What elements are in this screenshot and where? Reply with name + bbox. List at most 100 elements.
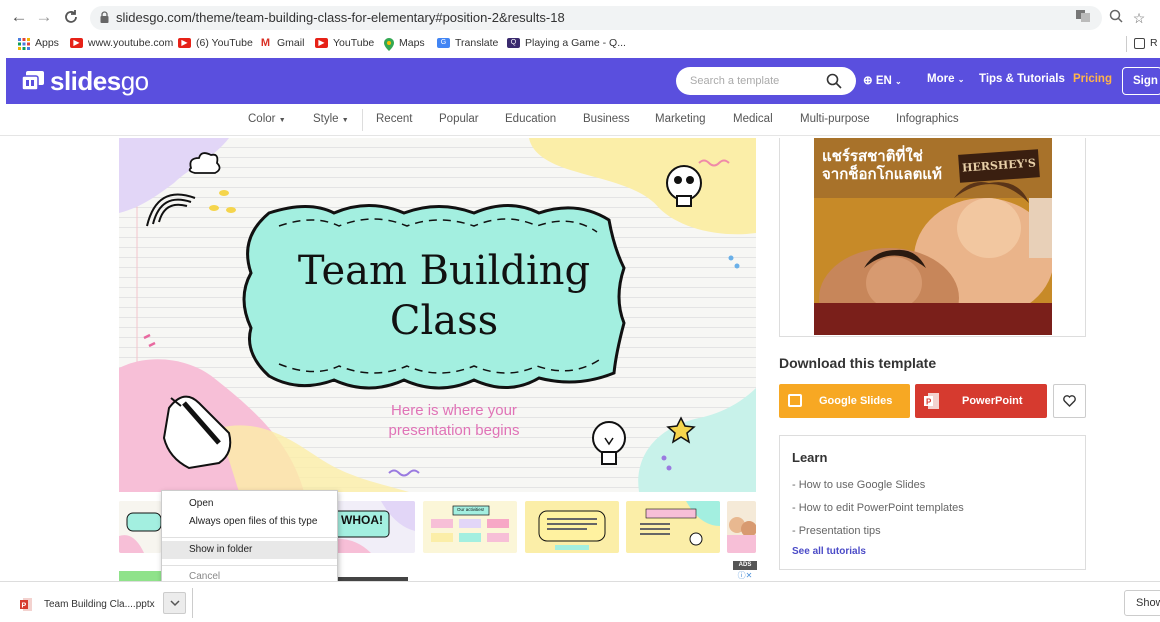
logo-text-main: slides <box>50 65 121 96</box>
learn-title: Learn <box>792 450 828 465</box>
back-arrow-icon[interactable]: ← <box>8 6 30 28</box>
bookmark-label: Translate <box>455 37 499 49</box>
menu-item-show-in-folder[interactable]: Show in folder <box>162 541 337 559</box>
tips-tutorials-link[interactable]: Tips & Tutorials <box>979 73 1065 85</box>
category-label: Style <box>313 113 339 125</box>
slide-subtitle: Here is where your presentation begins <box>334 401 574 441</box>
advertisement[interactable]: แชร์รสชาติที่ใช่ จากช็อกโกแลตแท้ HERSHEY… <box>779 138 1086 337</box>
next-section-strip <box>119 571 161 581</box>
bookmarks-bar: Apps ▶ www.youtube.com ▶ (6) YouTube M G… <box>0 34 1160 56</box>
bookmark-youtube-6[interactable]: ▶ (6) YouTube <box>178 37 253 49</box>
download-title: Download this template <box>779 355 937 371</box>
language-selector[interactable]: ⊕ EN ⌄ <box>863 73 902 87</box>
category-medical[interactable]: Medical <box>733 113 773 125</box>
apps-grid-icon <box>18 38 30 50</box>
see-all-tutorials-link[interactable]: See all tutorials <box>792 546 866 557</box>
google-slides-button[interactable]: Google Slides <box>779 384 910 418</box>
ad-image[interactable]: แชร์รสชาติที่ใช่ จากช็อกโกแลตแท้ HERSHEY… <box>814 138 1052 335</box>
bookmark-star-icon[interactable]: ☆ <box>1128 8 1150 28</box>
powerpoint-label: PowerPoint <box>962 395 1023 407</box>
bookmark-label: Playing a Game - Q... <box>525 37 626 49</box>
slide-title-line1: Team Building <box>297 248 591 294</box>
slide-thumbnail-1[interactable] <box>119 501 161 553</box>
svg-text:P: P <box>22 603 27 610</box>
menu-separator <box>162 565 337 566</box>
category-education[interactable]: Education <box>505 113 556 125</box>
slide-title: Team Building Class <box>294 246 594 346</box>
search-box[interactable] <box>676 67 856 95</box>
category-popular[interactable]: Popular <box>439 113 479 125</box>
thumbnail-2-text: WHOA! <box>341 513 383 527</box>
chevron-down-icon: ⌄ <box>957 75 965 84</box>
reading-list[interactable]: R <box>1134 37 1158 49</box>
ad-headline-line1: แชร์รสชาติที่ใช่ <box>822 148 923 165</box>
category-label: Color <box>248 113 276 125</box>
slide-thumbnail-3[interactable]: Our activities! <box>423 501 517 553</box>
translate-page-icon[interactable] <box>1072 8 1094 28</box>
maps-pin-icon <box>384 38 394 51</box>
ads-badge-label: ADS <box>733 561 757 570</box>
download-context-menu: Open Always open files of this type Show… <box>161 490 338 589</box>
bookmark-youtube-com[interactable]: ▶ www.youtube.com <box>70 37 173 49</box>
download-item[interactable]: P Team Building Cla....pptx <box>20 598 155 611</box>
category-business[interactable]: Business <box>583 113 630 125</box>
globe-icon: ⊕ <box>863 75 873 87</box>
bookmark-label: YouTube <box>333 37 375 49</box>
category-nav: Color ▼ Style ▼ Recent Popular Education… <box>0 104 1160 136</box>
slidesgo-logo[interactable]: slidesgo <box>22 65 149 97</box>
ads-badge[interactable]: ADS ⓘ✕ <box>733 561 757 581</box>
download-bar-divider <box>192 588 193 618</box>
slide-thumbnail-6[interactable] <box>727 501 756 553</box>
bookmark-label: www.youtube.com <box>88 37 174 49</box>
category-multi-purpose[interactable]: Multi-purpose <box>800 113 870 125</box>
ad-close-icon[interactable]: ⓘ✕ <box>733 570 757 581</box>
more-menu[interactable]: More ⌄ <box>927 73 964 85</box>
bookmark-gmail[interactable]: M Gmail <box>259 37 305 49</box>
menu-item-open[interactable]: Open <box>162 495 337 513</box>
logo-text-light: go <box>120 65 149 96</box>
bookmark-youtube[interactable]: ▶ YouTube <box>315 37 374 49</box>
category-recent[interactable]: Recent <box>376 113 412 125</box>
lock-icon <box>100 11 109 23</box>
forward-arrow-icon[interactable]: → <box>33 6 55 28</box>
thumbnail-3-text: Our activities! <box>457 507 485 512</box>
slide-thumbnail-4[interactable] <box>525 501 619 553</box>
bookmark-translate[interactable]: G Translate <box>437 37 498 49</box>
youtube-icon: ▶ <box>178 38 191 48</box>
category-color-dropdown[interactable]: Color ▼ <box>248 113 286 125</box>
sign-in-button[interactable]: Sign <box>1122 67 1160 95</box>
youtube-icon: ▶ <box>315 38 328 48</box>
caret-down-icon: ▼ <box>341 117 349 124</box>
category-infographics[interactable]: Infographics <box>896 113 959 125</box>
bookmark-maps[interactable]: Maps <box>384 37 425 51</box>
zoom-icon[interactable] <box>1105 8 1127 28</box>
search-input[interactable] <box>690 73 820 89</box>
powerpoint-button[interactable]: P PowerPoint <box>915 384 1047 418</box>
show-all-downloads-button[interactable]: Show <box>1124 590 1160 616</box>
search-icon[interactable] <box>826 73 842 89</box>
learn-link-powerpoint[interactable]: - How to edit PowerPoint templates <box>792 502 964 514</box>
bookmark-label: Apps <box>35 37 59 49</box>
menu-item-always-open[interactable]: Always open files of this type <box>162 513 337 531</box>
learn-link-google-slides[interactable]: - How to use Google Slides <box>792 479 925 491</box>
category-divider <box>362 109 363 131</box>
reload-icon[interactable] <box>60 6 82 28</box>
gmail-icon: M <box>260 37 271 49</box>
reading-list-label: R <box>1150 37 1158 49</box>
caret-down-icon: ▼ <box>278 117 286 124</box>
svg-text:P: P <box>926 398 932 407</box>
pricing-link[interactable]: Pricing <box>1073 73 1112 85</box>
learn-link-presentation-tips[interactable]: - Presentation tips <box>792 525 881 537</box>
slide-thumbnail-5[interactable] <box>626 501 720 553</box>
address-bar[interactable]: slidesgo.com/theme/team-building-class-f… <box>90 6 1102 30</box>
download-options-button[interactable] <box>163 592 186 614</box>
template-preview-slide[interactable]: Team Building Class Here is where your p… <box>119 138 756 492</box>
category-marketing[interactable]: Marketing <box>655 113 706 125</box>
bookmark-quizlet[interactable]: Q Playing a Game - Q... <box>507 37 626 49</box>
menu-separator <box>162 537 337 538</box>
ad-headline: แชร์รสชาติที่ใช่ จากช็อกโกแลตแท้ <box>822 148 942 184</box>
category-style-dropdown[interactable]: Style ▼ <box>313 113 349 125</box>
bookmarks-divider <box>1126 36 1127 52</box>
bookmark-apps[interactable]: Apps <box>18 37 59 50</box>
favorite-button[interactable] <box>1053 384 1086 418</box>
